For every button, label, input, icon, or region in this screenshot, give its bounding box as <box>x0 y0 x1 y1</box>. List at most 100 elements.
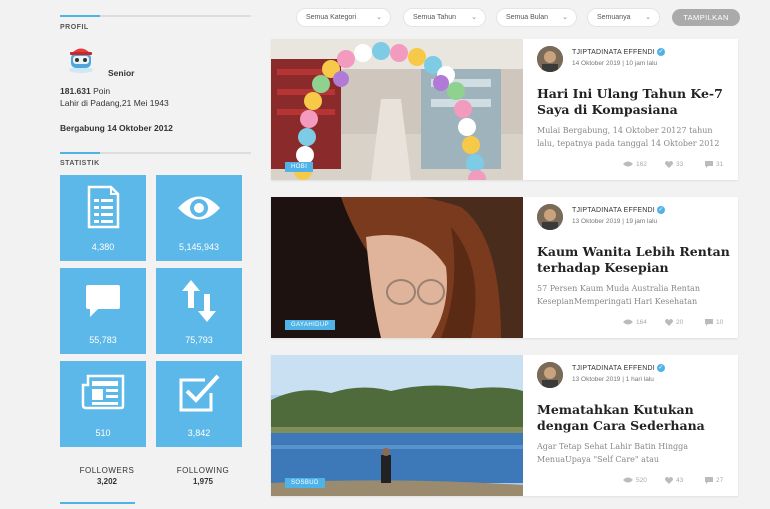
following-label: FOLLOWING <box>176 466 230 475</box>
likes-count: 20 <box>665 319 683 326</box>
stats-section-title: STATISTIK <box>60 160 100 167</box>
profile-sidebar: PROFIL Senior 181.631 Poin Lahir di Pada… <box>60 0 251 509</box>
article-metrics: 164 20 10 <box>623 319 731 329</box>
article-date: 13 Oktober 2019 | 19 jam lalu <box>572 218 658 225</box>
eye-icon <box>623 319 633 325</box>
author-avatar[interactable] <box>537 204 563 230</box>
comment-icon <box>705 161 713 168</box>
stat-interactions-value: 75,793 <box>185 335 213 345</box>
chevron-down-icon: ⌄ <box>376 14 382 21</box>
heart-icon <box>665 161 673 168</box>
user-avatar-icon[interactable] <box>64 44 98 74</box>
stat-comments[interactable]: 55,783 <box>60 268 146 354</box>
following-value: 1,975 <box>192 477 214 486</box>
article-excerpt: Mulai Bergabung, 14 Oktober 20127 tahun … <box>537 126 720 148</box>
type-select[interactable]: Semuanya ⌄ <box>588 9 659 26</box>
following[interactable]: FOLLOWING 1,975 <box>160 466 246 486</box>
stats-divider <box>60 152 251 154</box>
comment-icon <box>86 285 120 317</box>
eye-icon <box>623 161 633 167</box>
stat-views-value: 5,145,943 <box>178 242 220 252</box>
followers-label: FOLLOWERS <box>79 466 135 475</box>
article-title[interactable]: Kaum Wanita Lebih Rentan terhadap Kesepi… <box>537 244 732 276</box>
article-card[interactable]: GAYAHIDUP TJIPTADINATA EFFENDI ✓ 13 Oktob… <box>271 197 738 338</box>
user-points: 181.631 Poin <box>60 86 110 96</box>
points-label: Poin <box>93 86 111 96</box>
likes-count: 43 <box>665 477 683 484</box>
checkbox-icon <box>179 374 220 412</box>
stat-interactions[interactable]: 75,793 <box>156 268 242 354</box>
comment-icon <box>705 477 713 484</box>
views-count: 520 <box>623 477 647 484</box>
profile-section-title: PROFIL <box>60 24 89 31</box>
article-thumbnail[interactable]: HOBI <box>271 39 523 180</box>
verified-icon: ✓ <box>656 48 665 56</box>
year-select-value: Semua Tahun <box>413 14 457 21</box>
stat-headlines[interactable]: 510 <box>60 361 146 447</box>
author-name[interactable]: TJIPTADINATA EFFENDI ✓ <box>572 48 665 56</box>
comments-count: 27 <box>705 477 723 484</box>
chevron-down-icon: ⌄ <box>645 14 651 21</box>
month-select[interactable]: Semua Bulan ⌄ <box>497 9 576 26</box>
category-select[interactable]: Semua Kategori ⌄ <box>297 9 390 26</box>
article-date: 14 Oktober 2019 | 10 jam lalu <box>572 60 658 67</box>
views-count: 162 <box>623 161 647 168</box>
article-card[interactable]: SOSBUD TJIPTADINATA EFFENDI ✓ 13 Oktober … <box>271 355 738 496</box>
article-excerpt: Agar Tetap Sehat Lahir Batin Hingga Menu… <box>537 442 689 464</box>
woman-portrait-image <box>271 197 523 338</box>
likes-count: 33 <box>665 161 683 168</box>
followers-value: 3,202 <box>96 477 118 486</box>
points-value: 181.631 <box>60 86 91 96</box>
verified-icon: ✓ <box>656 364 665 372</box>
chevron-down-icon: ⌄ <box>562 14 568 21</box>
stat-headlines-value: 510 <box>95 428 111 438</box>
newspaper-icon <box>81 374 125 410</box>
arrows-updown-icon <box>182 280 216 322</box>
views-count: 164 <box>623 319 647 326</box>
article-title[interactable]: Hari Ini Ulang Tahun Ke-7 Saya di Kompas… <box>537 86 732 118</box>
article-excerpt: 57 Persen Kaum Muda Australia Rentan Kes… <box>537 284 700 306</box>
stat-choices-value: 3,842 <box>187 428 211 438</box>
article-thumbnail[interactable]: SOSBUD <box>271 355 523 496</box>
comments-count: 10 <box>705 319 723 326</box>
article-metrics: 520 43 27 <box>623 477 731 487</box>
month-select-value: Semua Bulan <box>506 14 549 21</box>
article-thumbnail[interactable]: GAYAHIDUP <box>271 197 523 338</box>
user-level: Senior <box>108 68 135 78</box>
article-card[interactable]: HOBI TJIPTADINATA EFFENDI ✓ 14 Oktober 20… <box>271 39 738 180</box>
stat-choices[interactable]: 3,842 <box>156 361 242 447</box>
article-title[interactable]: Mematahkan Kutukan dengan Cara Sederhana <box>537 402 732 434</box>
eye-icon <box>623 477 633 483</box>
chevron-down-icon: ⌄ <box>471 14 477 21</box>
user-joined: Bergabung 14 Oktober 2012 <box>60 123 173 133</box>
type-select-value: Semuanya <box>597 14 631 21</box>
category-badge[interactable]: GAYAHIDUP <box>285 320 336 330</box>
category-badge[interactable]: SOSBUD <box>285 478 325 488</box>
eye-icon <box>178 196 220 220</box>
stat-articles-value: 4,380 <box>91 242 115 252</box>
author-avatar[interactable] <box>537 362 563 388</box>
lake-landscape-image <box>271 355 523 496</box>
author-name[interactable]: TJIPTADINATA EFFENDI ✓ <box>572 206 665 214</box>
author-avatar[interactable] <box>537 46 563 72</box>
article-metrics: 162 33 31 <box>623 161 731 171</box>
stat-views[interactable]: 5,145,943 <box>156 175 242 261</box>
article-date: 13 Oktober 2019 | 1 hari lalu <box>572 376 654 383</box>
verified-icon: ✓ <box>656 206 665 214</box>
followers[interactable]: FOLLOWERS 3,202 <box>64 466 150 486</box>
category-badge[interactable]: HOBI <box>285 162 314 172</box>
bottom-accent <box>60 502 135 504</box>
document-icon <box>87 185 120 229</box>
category-select-value: Semua Kategori <box>306 14 357 21</box>
comments-count: 31 <box>705 161 723 168</box>
heart-icon <box>665 477 673 484</box>
show-button[interactable]: TAMPILKAN <box>672 9 740 26</box>
stat-comments-value: 55,783 <box>89 335 117 345</box>
stat-articles[interactable]: 4,380 <box>60 175 146 261</box>
author-name[interactable]: TJIPTADINATA EFFENDI ✓ <box>572 364 665 372</box>
balloon-store-image <box>271 39 523 180</box>
comment-icon <box>705 319 713 326</box>
profile-divider <box>60 15 251 17</box>
user-birth: Lahir di Padang,21 Mei 1943 <box>60 98 169 108</box>
year-select[interactable]: Semua Tahun ⌄ <box>404 9 485 26</box>
